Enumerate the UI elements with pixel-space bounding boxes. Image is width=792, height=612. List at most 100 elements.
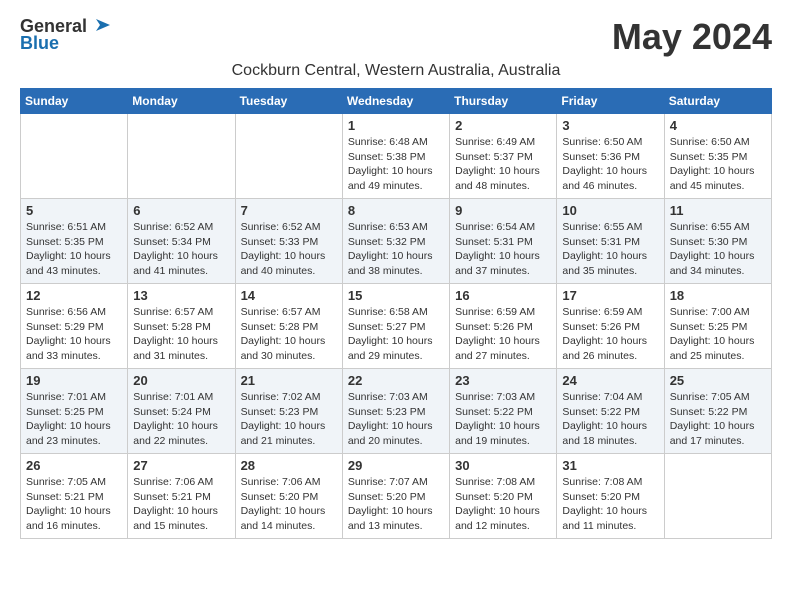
day-info: Sunrise: 7:04 AM Sunset: 5:22 PM Dayligh… <box>562 390 658 449</box>
calendar-cell: 19Sunrise: 7:01 AM Sunset: 5:25 PM Dayli… <box>21 369 128 454</box>
calendar-cell: 5 Sunrise: 6:51 AM Sunset: 5:35 PM Daylig… <box>21 199 128 284</box>
header-wednesday: Wednesday <box>342 89 449 114</box>
day-number: 1 <box>348 118 444 133</box>
day-info: Sunrise: 6:59 AM Sunset: 5:26 PM Dayligh… <box>455 305 551 364</box>
day-number: 2 <box>455 118 551 133</box>
week-row-2: 12 Sunrise: 6:56 AM Sunset: 5:29 PM Dayli… <box>21 284 772 369</box>
calendar-cell: 23Sunrise: 7:03 AM Sunset: 5:22 PM Dayli… <box>450 369 557 454</box>
week-row-3: 19Sunrise: 7:01 AM Sunset: 5:25 PM Dayli… <box>21 369 772 454</box>
day-number: 11 <box>670 203 766 218</box>
day-info: Sunrise: 7:08 AM Sunset: 5:20 PM Dayligh… <box>562 475 658 534</box>
day-info: Sunrise: 6:48 AM Sunset: 5:38 PM Dayligh… <box>348 135 444 194</box>
day-number: 31 <box>562 458 658 473</box>
day-number: 18 <box>670 288 766 303</box>
day-info: Sunrise: 6:55 AM Sunset: 5:31 PM Dayligh… <box>562 220 658 279</box>
day-number: 13 <box>133 288 229 303</box>
day-number: 8 <box>348 203 444 218</box>
logo-blue: Blue <box>20 33 59 54</box>
calendar-cell: 7 Sunrise: 6:52 AM Sunset: 5:33 PM Daylig… <box>235 199 342 284</box>
calendar-cell: 22Sunrise: 7:03 AM Sunset: 5:23 PM Dayli… <box>342 369 449 454</box>
day-number: 28 <box>241 458 337 473</box>
calendar-cell: 12 Sunrise: 6:56 AM Sunset: 5:29 PM Dayli… <box>21 284 128 369</box>
day-info: Sunrise: 7:05 AM Sunset: 5:22 PM Dayligh… <box>670 390 766 449</box>
day-number: 14 <box>241 288 337 303</box>
day-info: Sunrise: 6:52 AM Sunset: 5:34 PM Dayligh… <box>133 220 229 279</box>
day-info: Sunrise: 7:01 AM Sunset: 5:25 PM Dayligh… <box>26 390 122 449</box>
calendar-cell: 27 Sunrise: 7:06 AM Sunset: 5:21 PM Dayli… <box>128 454 235 539</box>
calendar-cell: 18 Sunrise: 7:00 AM Sunset: 5:25 PM Dayli… <box>664 284 771 369</box>
calendar-cell: 13Sunrise: 6:57 AM Sunset: 5:28 PM Dayli… <box>128 284 235 369</box>
day-info: Sunrise: 7:01 AM Sunset: 5:24 PM Dayligh… <box>133 390 229 449</box>
day-info: Sunrise: 6:57 AM Sunset: 5:28 PM Dayligh… <box>241 305 337 364</box>
day-info: Sunrise: 6:56 AM Sunset: 5:29 PM Dayligh… <box>26 305 122 364</box>
day-info: Sunrise: 6:49 AM Sunset: 5:37 PM Dayligh… <box>455 135 551 194</box>
day-number: 20 <box>133 373 229 388</box>
day-info: Sunrise: 6:58 AM Sunset: 5:27 PM Dayligh… <box>348 305 444 364</box>
day-number: 24 <box>562 373 658 388</box>
week-row-0: 1 Sunrise: 6:48 AM Sunset: 5:38 PM Daylig… <box>21 114 772 199</box>
day-number: 21 <box>241 373 337 388</box>
day-number: 10 <box>562 203 658 218</box>
calendar-cell: 26Sunrise: 7:05 AM Sunset: 5:21 PM Dayli… <box>21 454 128 539</box>
calendar-cell: 20 Sunrise: 7:01 AM Sunset: 5:24 PM Dayli… <box>128 369 235 454</box>
calendar-cell: 28Sunrise: 7:06 AM Sunset: 5:20 PM Dayli… <box>235 454 342 539</box>
calendar-cell <box>664 454 771 539</box>
calendar-cell: 16Sunrise: 6:59 AM Sunset: 5:26 PM Dayli… <box>450 284 557 369</box>
calendar-cell <box>235 114 342 199</box>
week-row-4: 26Sunrise: 7:05 AM Sunset: 5:21 PM Dayli… <box>21 454 772 539</box>
calendar-cell: 3 Sunrise: 6:50 AM Sunset: 5:36 PM Daylig… <box>557 114 664 199</box>
calendar-cell: 15 Sunrise: 6:58 AM Sunset: 5:27 PM Dayli… <box>342 284 449 369</box>
calendar-cell: 24 Sunrise: 7:04 AM Sunset: 5:22 PM Dayli… <box>557 369 664 454</box>
calendar-cell: 14 Sunrise: 6:57 AM Sunset: 5:28 PM Dayli… <box>235 284 342 369</box>
day-info: Sunrise: 7:03 AM Sunset: 5:22 PM Dayligh… <box>455 390 551 449</box>
logo: General Blue <box>20 16 111 54</box>
calendar-cell: 10 Sunrise: 6:55 AM Sunset: 5:31 PM Dayli… <box>557 199 664 284</box>
day-number: 29 <box>348 458 444 473</box>
header-sunday: Sunday <box>21 89 128 114</box>
calendar-cell: 2 Sunrise: 6:49 AM Sunset: 5:37 PM Daylig… <box>450 114 557 199</box>
header-tuesday: Tuesday <box>235 89 342 114</box>
day-number: 25 <box>670 373 766 388</box>
day-info: Sunrise: 7:07 AM Sunset: 5:20 PM Dayligh… <box>348 475 444 534</box>
calendar-cell: 29 Sunrise: 7:07 AM Sunset: 5:20 PM Dayli… <box>342 454 449 539</box>
header-friday: Friday <box>557 89 664 114</box>
day-info: Sunrise: 6:50 AM Sunset: 5:35 PM Dayligh… <box>670 135 766 194</box>
calendar-cell: 8Sunrise: 6:53 AM Sunset: 5:32 PM Daylig… <box>342 199 449 284</box>
calendar-cell <box>21 114 128 199</box>
day-info: Sunrise: 7:03 AM Sunset: 5:23 PM Dayligh… <box>348 390 444 449</box>
day-number: 27 <box>133 458 229 473</box>
calendar-cell: 21Sunrise: 7:02 AM Sunset: 5:23 PM Dayli… <box>235 369 342 454</box>
week-row-1: 5 Sunrise: 6:51 AM Sunset: 5:35 PM Daylig… <box>21 199 772 284</box>
calendar-cell: 11 Sunrise: 6:55 AM Sunset: 5:30 PM Dayli… <box>664 199 771 284</box>
header: General Blue May 2024 <box>20 16 772 58</box>
day-number: 5 <box>26 203 122 218</box>
location-title: Cockburn Central, Western Australia, Aus… <box>20 62 772 80</box>
day-number: 7 <box>241 203 337 218</box>
calendar-cell: 9Sunrise: 6:54 AM Sunset: 5:31 PM Daylig… <box>450 199 557 284</box>
day-info: Sunrise: 6:59 AM Sunset: 5:26 PM Dayligh… <box>562 305 658 364</box>
day-number: 4 <box>670 118 766 133</box>
day-info: Sunrise: 7:00 AM Sunset: 5:25 PM Dayligh… <box>670 305 766 364</box>
day-number: 9 <box>455 203 551 218</box>
header-monday: Monday <box>128 89 235 114</box>
calendar-cell: 25 Sunrise: 7:05 AM Sunset: 5:22 PM Dayli… <box>664 369 771 454</box>
day-info: Sunrise: 7:05 AM Sunset: 5:21 PM Dayligh… <box>26 475 122 534</box>
day-number: 6 <box>133 203 229 218</box>
calendar-cell <box>128 114 235 199</box>
day-info: Sunrise: 6:51 AM Sunset: 5:35 PM Dayligh… <box>26 220 122 279</box>
header-thursday: Thursday <box>450 89 557 114</box>
header-row: Sunday Monday Tuesday Wednesday Thursday… <box>21 89 772 114</box>
day-info: Sunrise: 6:52 AM Sunset: 5:33 PM Dayligh… <box>241 220 337 279</box>
calendar-cell: 6 Sunrise: 6:52 AM Sunset: 5:34 PM Daylig… <box>128 199 235 284</box>
day-info: Sunrise: 7:06 AM Sunset: 5:21 PM Dayligh… <box>133 475 229 534</box>
day-number: 17 <box>562 288 658 303</box>
day-number: 15 <box>348 288 444 303</box>
day-number: 30 <box>455 458 551 473</box>
calendar-cell: 31 Sunrise: 7:08 AM Sunset: 5:20 PM Dayli… <box>557 454 664 539</box>
header-saturday: Saturday <box>664 89 771 114</box>
day-info: Sunrise: 7:08 AM Sunset: 5:20 PM Dayligh… <box>455 475 551 534</box>
day-info: Sunrise: 6:50 AM Sunset: 5:36 PM Dayligh… <box>562 135 658 194</box>
day-info: Sunrise: 6:55 AM Sunset: 5:30 PM Dayligh… <box>670 220 766 279</box>
day-number: 3 <box>562 118 658 133</box>
day-number: 12 <box>26 288 122 303</box>
